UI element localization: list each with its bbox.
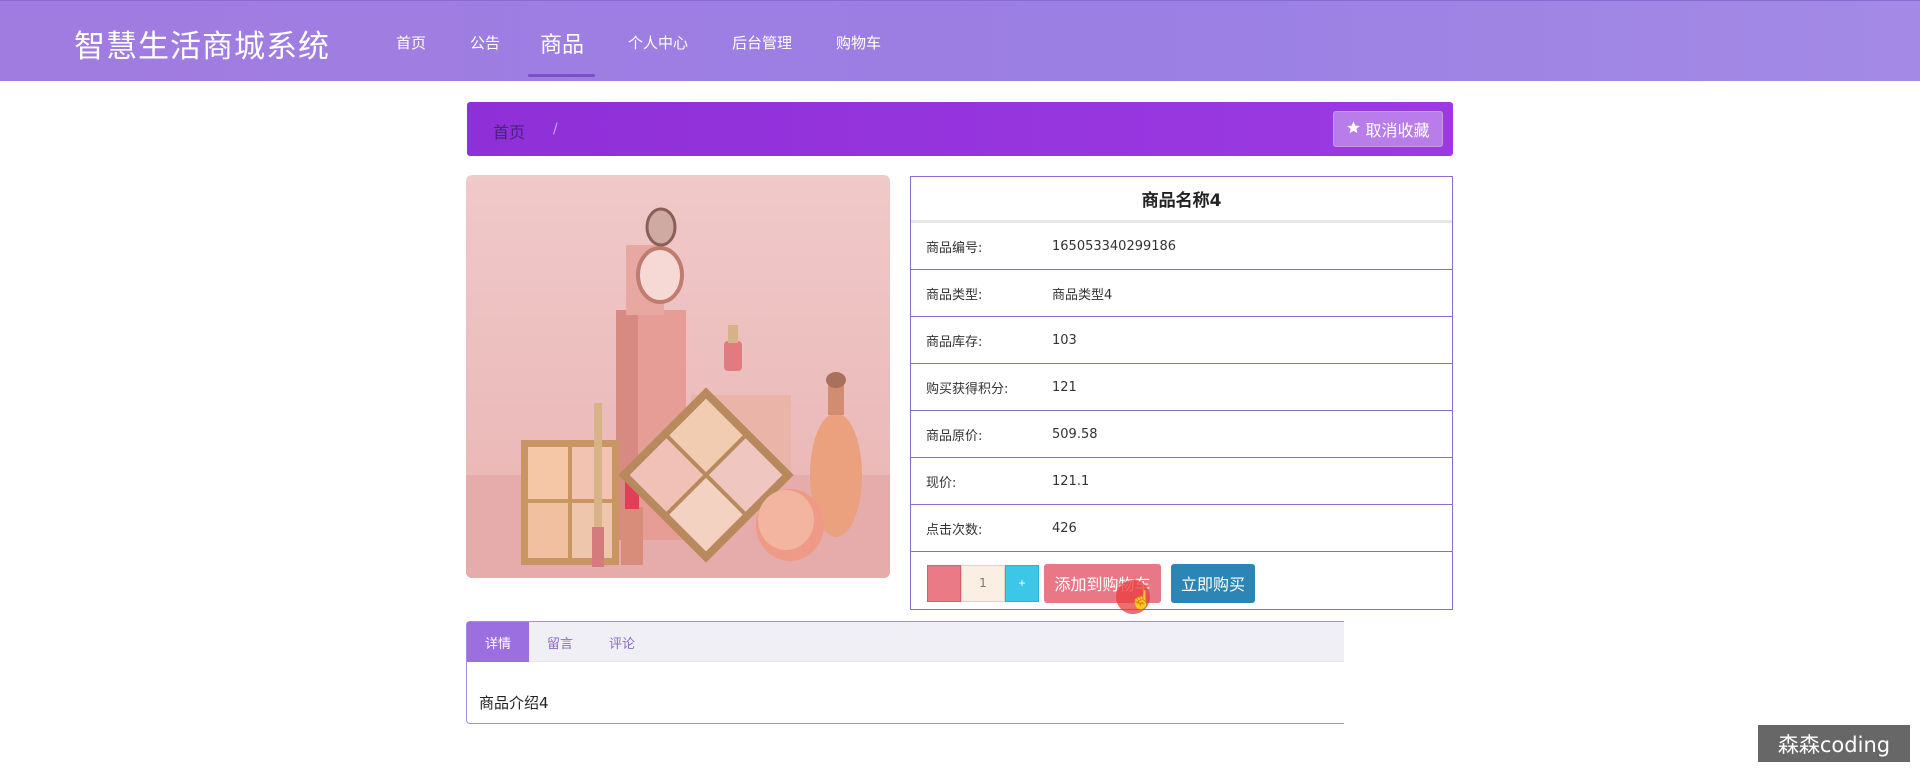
unfavorite-button[interactable]: 取消收藏 <box>1333 111 1443 147</box>
breadcrumb-current <box>597 119 677 137</box>
info-label: 现价: <box>926 475 957 491</box>
product-image <box>466 175 890 578</box>
nav-item-notice[interactable]: 公告 <box>470 32 500 53</box>
info-label: 商品原价: <box>926 428 983 444</box>
nav-active-indicator <box>528 74 595 77</box>
site-brand[interactable]: 智慧生活商城系统 <box>74 21 330 66</box>
add-to-cart-button[interactable]: 添加到购物车 ☝ <box>1044 563 1161 614</box>
info-label: 购买获得积分: <box>926 381 1009 397</box>
info-row-stock: 商品库存: 103 <box>911 317 1452 364</box>
info-value: 103 <box>1052 332 1077 348</box>
tab-details[interactable]: 详情 <box>467 622 530 662</box>
info-label: 商品库存: <box>926 334 983 350</box>
top-navbar: 智慧生活商城系统 首页 公告 商品 个人中心 后台管理 购物车 <box>0 0 1920 81</box>
info-value: 426 <box>1052 520 1077 536</box>
quantity-increment-button[interactable]: + <box>1005 564 1039 602</box>
quantity-decrement-button[interactable] <box>927 564 961 602</box>
info-value: 121 <box>1052 379 1077 395</box>
star-icon <box>1346 120 1361 139</box>
breadcrumb: 首页 / 取消收藏 <box>467 102 1453 156</box>
info-row-clicks: 点击次数: 426 <box>911 505 1452 552</box>
info-value: 商品类型4 <box>1052 287 1113 303</box>
breadcrumb-home[interactable]: 首页 <box>493 119 525 143</box>
tab-header: 详情 留言 评论 <box>467 622 1353 662</box>
nav-item-home[interactable]: 首页 <box>396 32 426 53</box>
hand-cursor-icon: ☝ <box>1130 589 1153 610</box>
purchase-actions: + 添加到购物车 ☝ 立即购买 <box>927 563 1255 614</box>
watermark: 森森coding <box>1758 725 1910 762</box>
tab-comments[interactable]: 评论 <box>591 622 653 662</box>
product-info-panel: 商品名称4 商品编号: 165053340299186 商品类型: 商品类型4 … <box>910 176 1453 614</box>
info-value: 165053340299186 <box>1052 238 1177 254</box>
product-title: 商品名称4 <box>911 177 1452 223</box>
info-row-code: 商品编号: 165053340299186 <box>911 223 1452 270</box>
nav-item-cart[interactable]: 购物车 <box>836 32 881 53</box>
info-label: 商品编号: <box>926 240 983 256</box>
unfavorite-label: 取消收藏 <box>1365 121 1430 140</box>
info-label: 商品类型: <box>926 287 983 303</box>
tabs-overlay <box>1344 618 1464 730</box>
nav-item-profile[interactable]: 个人中心 <box>628 32 688 53</box>
info-row-points: 购买获得积分: 121 <box>911 364 1452 411</box>
quantity-input[interactable] <box>961 564 1005 602</box>
tab-messages[interactable]: 留言 <box>529 622 591 662</box>
info-row-type: 商品类型: 商品类型4 <box>911 270 1452 317</box>
nav-item-products[interactable]: 商品 <box>540 27 584 59</box>
detail-tabs: 详情 留言 评论 商品介绍4 <box>466 621 1353 724</box>
breadcrumb-separator: / <box>553 121 558 137</box>
buy-now-button[interactable]: 立即购买 <box>1171 563 1255 603</box>
info-row-original-price: 商品原价: 509.58 <box>911 411 1452 458</box>
info-value: 509.58 <box>1052 426 1098 442</box>
info-label: 点击次数: <box>926 522 983 538</box>
info-value: 121.1 <box>1052 473 1090 489</box>
info-row-current-price: 现价: 121.1 <box>911 458 1452 505</box>
tab-content-text: 商品介绍4 <box>479 694 549 712</box>
nav-item-admin[interactable]: 后台管理 <box>732 32 792 53</box>
